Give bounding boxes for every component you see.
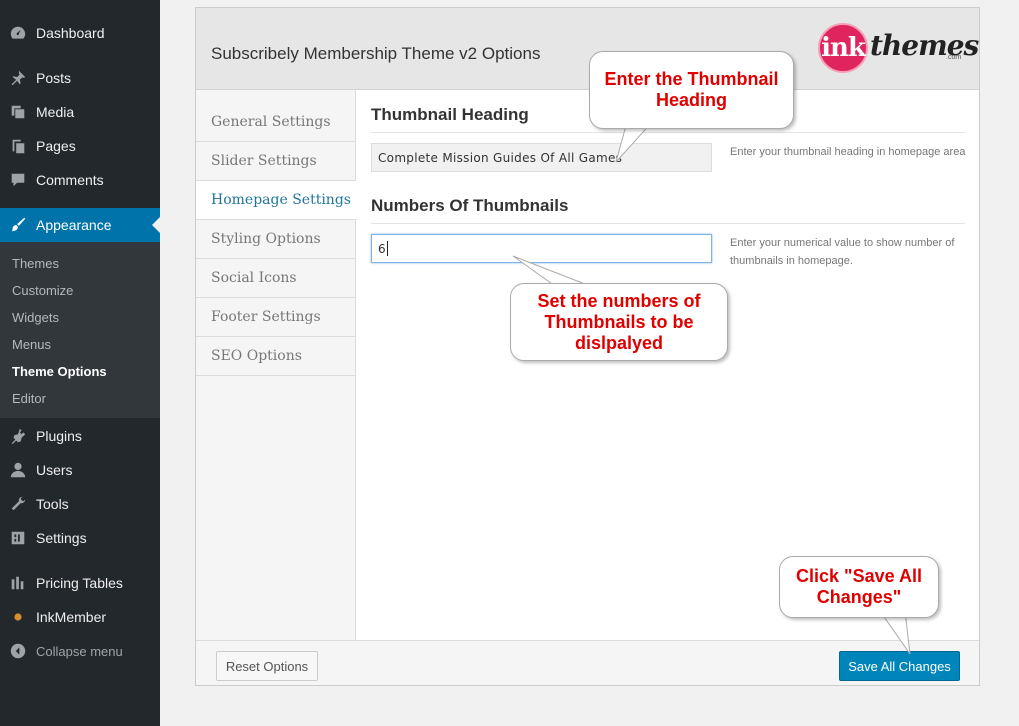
sidebar-item-media[interactable]: Media [0, 95, 160, 129]
sidebar-item-label: Comments [36, 172, 104, 188]
logo-suffix: .com [946, 54, 962, 61]
inkthemes-logo: ink themes .com [818, 23, 979, 75]
tab-footer-settings[interactable]: Footer Settings [196, 298, 356, 337]
thumbnail-count-value: 6 [378, 241, 386, 256]
section-divider [371, 223, 965, 224]
brush-icon [0, 216, 36, 234]
submenu-menus[interactable]: Menus [12, 337, 51, 352]
submenu-themes[interactable]: Themes [12, 256, 59, 271]
pin-icon [0, 69, 36, 87]
sidebar-item-label: Pages [36, 138, 76, 154]
tab-social-icons[interactable]: Social Icons [196, 259, 356, 298]
submenu-widgets[interactable]: Widgets [12, 310, 59, 325]
page-title: Subscribely Membership Theme v2 Options [211, 44, 541, 63]
heading-callout: Enter the Thumbnail Heading [589, 51, 794, 129]
tab-general-settings[interactable]: General Settings [196, 103, 356, 142]
tab-styling-options[interactable]: Styling Options [196, 220, 356, 259]
sidebar-item-posts[interactable]: Posts [0, 61, 160, 95]
sidebar-item-label: Pricing Tables [36, 575, 123, 591]
save-callout: Click "Save All Changes" [779, 556, 939, 618]
options-tab-list: General Settings Slider Settings Homepag… [196, 90, 357, 640]
media-icon [0, 103, 36, 121]
sidebar-item-dashboard[interactable]: Dashboard [0, 16, 160, 50]
plug-icon [0, 427, 36, 445]
sidebar-item-pricing-tables[interactable]: Pricing Tables [0, 566, 160, 600]
sidebar-item-label: Users [36, 462, 73, 478]
collapse-menu-label: Collapse menu [36, 643, 123, 659]
bars-icon [0, 574, 36, 592]
text-caret [386, 241, 388, 256]
tab-seo-options[interactable]: SEO Options [196, 337, 356, 376]
sidebar-item-label: InkMember [36, 609, 107, 625]
tab-homepage-settings[interactable]: Homepage Settings [196, 181, 357, 220]
logo-word: themes [870, 29, 979, 62]
numbers-callout: Set the numbers of Thumbnails to be disl… [510, 283, 728, 361]
comment-icon [0, 171, 36, 189]
sidebar-item-tools[interactable]: Tools [0, 487, 160, 521]
appearance-submenu: Themes Customize Widgets Menus Theme Opt… [0, 242, 160, 418]
user-icon [0, 461, 36, 479]
sidebar-item-label: Settings [36, 530, 87, 546]
settings-icon [0, 529, 36, 547]
sidebar-item-appearance[interactable]: Appearance [0, 208, 160, 242]
panel-header: Subscribely Membership Theme v2 Options … [196, 8, 979, 90]
reset-options-button[interactable]: Reset Options [216, 651, 318, 681]
admin-sidebar: Dashboard Posts Media Pages Comments App… [0, 0, 160, 726]
pages-icon [0, 137, 36, 155]
collapse-arrow-icon [0, 642, 36, 660]
sidebar-item-pages[interactable]: Pages [0, 129, 160, 163]
sidebar-item-label: Tools [36, 496, 69, 512]
thumbnail-heading-help: Enter your thumbnail heading in homepage… [730, 146, 966, 158]
sidebar-item-settings[interactable]: Settings [0, 521, 160, 555]
sidebar-item-comments[interactable]: Comments [0, 163, 160, 197]
panel-footer: Reset Options Save All Changes [196, 640, 979, 685]
thumbnail-heading-title: Thumbnail Heading [371, 105, 529, 124]
tab-slider-settings[interactable]: Slider Settings [196, 142, 356, 181]
thumbnail-count-help: Enter your numerical value to show numbe… [730, 237, 955, 267]
submenu-theme-options[interactable]: Theme Options [12, 364, 107, 379]
sidebar-item-label: Dashboard [36, 25, 105, 41]
inkmember-icon [0, 608, 36, 626]
thumbnail-count-title: Numbers Of Thumbnails [371, 196, 569, 215]
wrench-icon [0, 495, 36, 513]
submenu-customize[interactable]: Customize [12, 283, 73, 298]
sidebar-item-users[interactable]: Users [0, 453, 160, 487]
collapse-menu-button[interactable]: Collapse menu [0, 634, 160, 668]
sidebar-item-label: Appearance [36, 217, 112, 233]
sidebar-item-inkmember[interactable]: InkMember [0, 600, 160, 634]
sidebar-item-label: Plugins [36, 428, 82, 444]
sidebar-item-plugins[interactable]: Plugins [0, 419, 160, 453]
sidebar-item-label: Posts [36, 70, 72, 86]
sidebar-item-label: Media [36, 104, 75, 120]
submenu-editor[interactable]: Editor [12, 391, 46, 406]
logo-mark: ink [818, 23, 868, 73]
dashboard-icon [0, 24, 36, 42]
